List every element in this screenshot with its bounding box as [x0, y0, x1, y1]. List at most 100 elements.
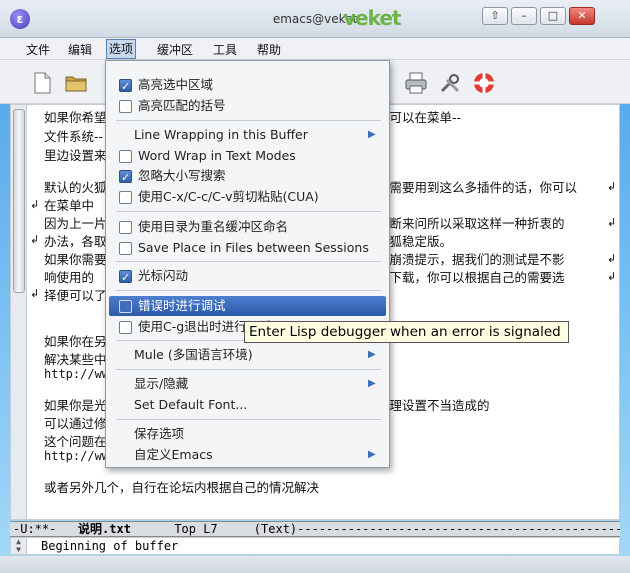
echo-message: Beginning of buffer [41, 539, 179, 553]
menu-help[interactable]: 帮助 [257, 41, 281, 58]
checkbox-unchecked-icon[interactable] [119, 191, 132, 204]
submenu-arrow-icon: ▶ [368, 349, 376, 360]
menu-item-label: Line Wrapping in this Buffer [134, 127, 308, 142]
preferences-icon[interactable] [438, 71, 462, 95]
menu-item-case-insensitive-search[interactable]: 忽略大小写搜索 [106, 166, 389, 188]
veket-logo: veket [343, 6, 401, 30]
close-button[interactable]: ✕ [569, 7, 595, 25]
title-bar: ε emacs@veket veket ⇧ – □ ✕ [0, 0, 630, 38]
menu-item-label: 光标闪动 [138, 268, 189, 283]
buffer-line-fragment: 不断来问所以采取这样一种折衷的 [377, 216, 565, 231]
echo-scroll-arrows-icon[interactable]: ▲ ▼ [11, 538, 27, 554]
menu-options[interactable]: 选项 [106, 39, 137, 59]
wrap-indicator: ↲ [607, 180, 617, 193]
checkbox-unchecked-icon[interactable] [119, 321, 132, 334]
menu-item-uniquify[interactable]: 使用目录为重名缓冲区命名 [106, 217, 389, 237]
menu-item-customize-emacs[interactable]: 自定义Emacs ▶ [106, 445, 389, 465]
wrap-indicator: ↲ [30, 198, 40, 211]
menu-buffers[interactable]: 缓冲区 [157, 41, 193, 58]
menu-separator [116, 419, 381, 420]
checkbox-checked-icon[interactable] [119, 268, 132, 288]
wrap-indicator: ↲ [607, 216, 617, 229]
buffer-line-fragment: 原理设置不当造成的 [377, 398, 490, 413]
submenu-arrow-icon: ▶ [368, 129, 376, 140]
scrollbar-thumb[interactable] [13, 109, 25, 293]
checkbox-unchecked-icon[interactable] [119, 100, 132, 113]
modeline-major-mode[interactable]: (Text) [254, 522, 297, 536]
menu-item-label: 忽略大小写搜索 [138, 168, 226, 183]
scrollbar[interactable] [11, 105, 27, 519]
buffer-line: 如果你在另 [44, 334, 107, 349]
menu-item-label: 使用C-x/C-c/C-v剪切粘贴(CUA) [138, 189, 319, 204]
menu-edit[interactable]: 编辑 [68, 41, 92, 58]
checkbox-unchecked-icon[interactable] [119, 242, 132, 255]
print-icon[interactable] [404, 71, 428, 95]
buffer-line-fragment: 个崩溃提示，据我们的测试是不影 [377, 252, 565, 267]
menu-item-cua-mode[interactable]: 使用C-x/C-c/C-v剪切粘贴(CUA) [106, 187, 389, 207]
submenu-arrow-icon: ▶ [368, 378, 376, 389]
menu-separator [116, 261, 381, 262]
menu-item-debug-on-error[interactable]: 错误时进行调试 [109, 296, 386, 316]
menu-item-label: Word Wrap in Text Modes [138, 148, 296, 163]
checkbox-unchecked-icon[interactable] [119, 221, 132, 234]
buffer-line: 里边设置来 [44, 148, 107, 163]
open-folder-icon[interactable] [64, 71, 88, 95]
buffer-line: http://ww [44, 367, 110, 381]
help-icon[interactable] [472, 71, 496, 95]
submenu-arrow-icon: ▶ [368, 449, 376, 460]
menu-separator [116, 120, 381, 121]
menu-item-save-place[interactable]: Save Place in Files between Sessions [106, 238, 389, 258]
menu-separator [116, 290, 381, 291]
buffer-line: http://ww [44, 449, 110, 463]
menu-item-label: 错误时进行调试 [138, 298, 226, 313]
menu-item-mule[interactable]: Mule (多国语言环境) ▶ [106, 345, 389, 365]
minimize-button[interactable]: – [511, 7, 537, 25]
buffer-line: 或者另外几个，自行在论坛内根据自己的情况解决 [44, 480, 320, 495]
wrap-indicator: ↲ [607, 270, 617, 283]
checkbox-checked-icon[interactable] [119, 168, 132, 188]
wrap-indicator: ↲ [30, 287, 40, 300]
menu-item-line-wrapping[interactable]: Line Wrapping in this Buffer ▶ [106, 125, 389, 145]
menu-item-label: Mule (多国语言环境) [134, 347, 253, 362]
menu-item-blink-cursor[interactable]: 光标闪动 [106, 266, 389, 288]
menu-item-label: 显示/隐藏 [134, 376, 189, 391]
menu-item-highlight-parens[interactable]: 高亮匹配的括号 [106, 96, 389, 116]
menu-item-show-hide[interactable]: 显示/隐藏 ▶ [106, 374, 389, 394]
menu-separator [116, 211, 381, 212]
buffer-line: 办法，各取 [44, 234, 107, 249]
echo-area[interactable]: ▲ ▼ Beginning of buffer [10, 537, 620, 555]
menu-item-label: 使用目录为重名缓冲区命名 [138, 219, 289, 234]
bottom-frame-edge [0, 556, 630, 573]
buffer-line: 解决某些中 [44, 352, 107, 367]
buffer-line-fragment: 不需要用到这么多插件的话，你可以 [377, 180, 578, 195]
menu-tools[interactable]: 工具 [213, 41, 237, 58]
menu-separator [116, 369, 381, 370]
tooltip: Enter Lisp debugger when an error is sig… [244, 321, 569, 343]
new-file-icon[interactable] [30, 71, 54, 95]
mode-line[interactable]: -U:**- 说明.txt Top L7 (Text)-------------… [10, 521, 620, 537]
modeline-buffer-name[interactable]: 说明.txt [78, 522, 131, 536]
menu-item-label: Save Place in Files between Sessions [138, 240, 369, 255]
menu-item-label: 高亮选中区域 [138, 77, 214, 92]
buffer-line: 如果你需要 [44, 252, 107, 267]
checkbox-unchecked-icon[interactable] [119, 300, 132, 313]
menu-item-label: 高亮匹配的括号 [138, 98, 226, 113]
menu-item-label: Set Default Font... [134, 397, 248, 412]
menu-item-save-options[interactable]: 保存选项 [106, 424, 389, 444]
menu-item-word-wrap[interactable]: Word Wrap in Text Modes [106, 146, 389, 166]
wrap-indicator: ↲ [607, 252, 617, 265]
buffer-line-fragment: 上下载，你可以根据自己的需要选 [377, 270, 565, 285]
modeline-position: Top L7 [174, 522, 218, 536]
menu-item-label: 自定义Emacs [134, 447, 213, 462]
buffer-line: 在菜单中 [44, 198, 95, 213]
maximize-button[interactable]: □ [540, 7, 566, 25]
buffer-line: 如果你是光 [44, 398, 107, 413]
menu-item-set-default-font[interactable]: Set Default Font... [106, 395, 389, 415]
menu-item-highlight-region[interactable]: 高亮选中区域 [106, 75, 389, 97]
checkbox-checked-icon[interactable] [119, 77, 132, 97]
menu-file[interactable]: 文件 [26, 41, 50, 58]
menu-item-label: 保存选项 [134, 426, 185, 441]
shade-button[interactable]: ⇧ [482, 7, 508, 25]
checkbox-unchecked-icon[interactable] [119, 150, 132, 163]
buffer-line: 如果你希望 [44, 110, 107, 125]
